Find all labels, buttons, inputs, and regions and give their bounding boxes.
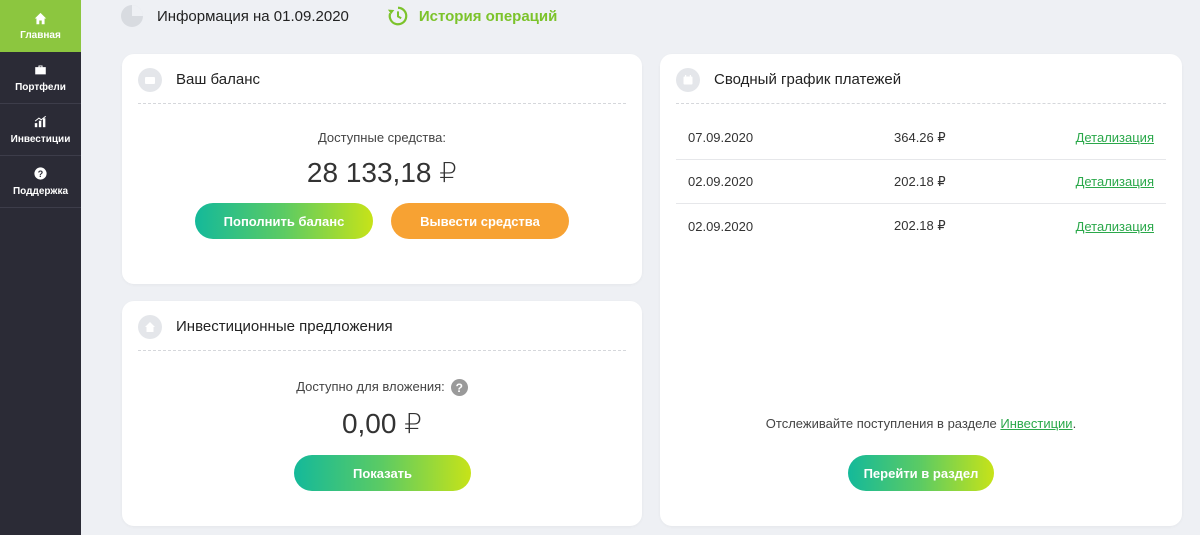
card-header: Сводный график платежей [676, 66, 1166, 104]
pie-chart-icon [120, 4, 144, 28]
svg-text:?: ? [38, 169, 43, 179]
info-date: Информация на 01.09.2020 [157, 7, 349, 25]
available-invest-text: Доступно для вложения: [296, 379, 445, 394]
history-link[interactable]: История операций [387, 5, 557, 27]
sidebar-item-label: Инвестиции [10, 133, 71, 145]
history-label: История операций [418, 7, 558, 25]
sidebar-item-portfolios[interactable]: Портфели [0, 52, 81, 104]
sidebar-item-label: Главная [20, 30, 61, 41]
invest-amount: 0,00 ₽ [341, 408, 423, 439]
table-row: 02.09.2020 202.18 ₽ Детализация [676, 204, 1166, 248]
card-title: Ваш баланс [176, 71, 261, 88]
available-funds-label: Доступные средства: [317, 130, 446, 145]
details-link[interactable]: Детализация [1076, 219, 1154, 234]
payment-sum: 364.26 ₽ [894, 129, 946, 145]
sidebar: Главная Портфели Инвестиции ? Поддержка [0, 0, 81, 535]
payments-card: Сводный график платежей 07.09.2020 364.2… [660, 54, 1182, 526]
table-row: 07.09.2020 364.26 ₽ Детализация [676, 116, 1166, 160]
card-title: Сводный график платежей [714, 71, 902, 88]
question-icon[interactable]: ? [450, 379, 468, 397]
card-header: Инвестиционные предложения [138, 313, 626, 351]
table-row: 02.09.2020 202.18 ₽ Детализация [676, 160, 1166, 204]
details-link[interactable]: Детализация [1076, 174, 1154, 189]
payment-date: 02.09.2020 [688, 174, 754, 189]
payment-sum: 202.18 ₽ [894, 218, 946, 233]
help-icon: ? [34, 167, 48, 181]
track-hint-text: Отслеживайте поступления в разделе [765, 416, 1001, 431]
calendar-icon [676, 67, 700, 92]
wallet-icon [138, 67, 162, 92]
payment-date: 07.09.2020 [688, 130, 754, 145]
top-up-button[interactable]: Пополнить баланс [195, 203, 373, 239]
sidebar-item-home[interactable]: Главная [0, 0, 81, 52]
payment-date: 02.09.2020 [688, 218, 754, 234]
top-bar: Информация на 01.09.2020 История операци… [120, 4, 557, 28]
track-hint-suffix: . [1072, 416, 1077, 431]
available-invest-label: Доступно для вложения:? [122, 379, 642, 397]
track-hint: Отслеживайте поступления в разделе Инвес… [660, 416, 1182, 431]
home-icon [34, 11, 48, 25]
balance-amount: 28 133,18 ₽ [306, 157, 458, 188]
payment-sum: 202.18 ₽ [894, 173, 946, 189]
house-icon [138, 314, 162, 339]
investments-link[interactable]: Инвестиции [1000, 416, 1072, 431]
card-header: Ваш баланс [138, 66, 626, 104]
sidebar-item-label: Поддержка [12, 185, 69, 197]
sidebar-item-label: Портфели [15, 81, 66, 93]
balance-card: Ваш баланс Доступные средства: 28 133,18… [122, 54, 642, 284]
show-button[interactable]: Показать [294, 455, 471, 491]
chart-icon [34, 115, 48, 129]
investment-offers-card: Инвестиционные предложения Доступно для … [122, 301, 642, 526]
history-icon [387, 6, 408, 26]
briefcase-icon [34, 63, 48, 77]
sidebar-item-investments[interactable]: Инвестиции [0, 104, 81, 156]
details-link[interactable]: Детализация [1076, 130, 1154, 145]
go-to-section-button[interactable]: Перейти в раздел [848, 455, 994, 491]
withdraw-button[interactable]: Вывести средства [391, 203, 569, 239]
card-title: Инвестиционные предложения [176, 318, 393, 335]
sidebar-item-support[interactable]: ? Поддержка [0, 156, 81, 208]
